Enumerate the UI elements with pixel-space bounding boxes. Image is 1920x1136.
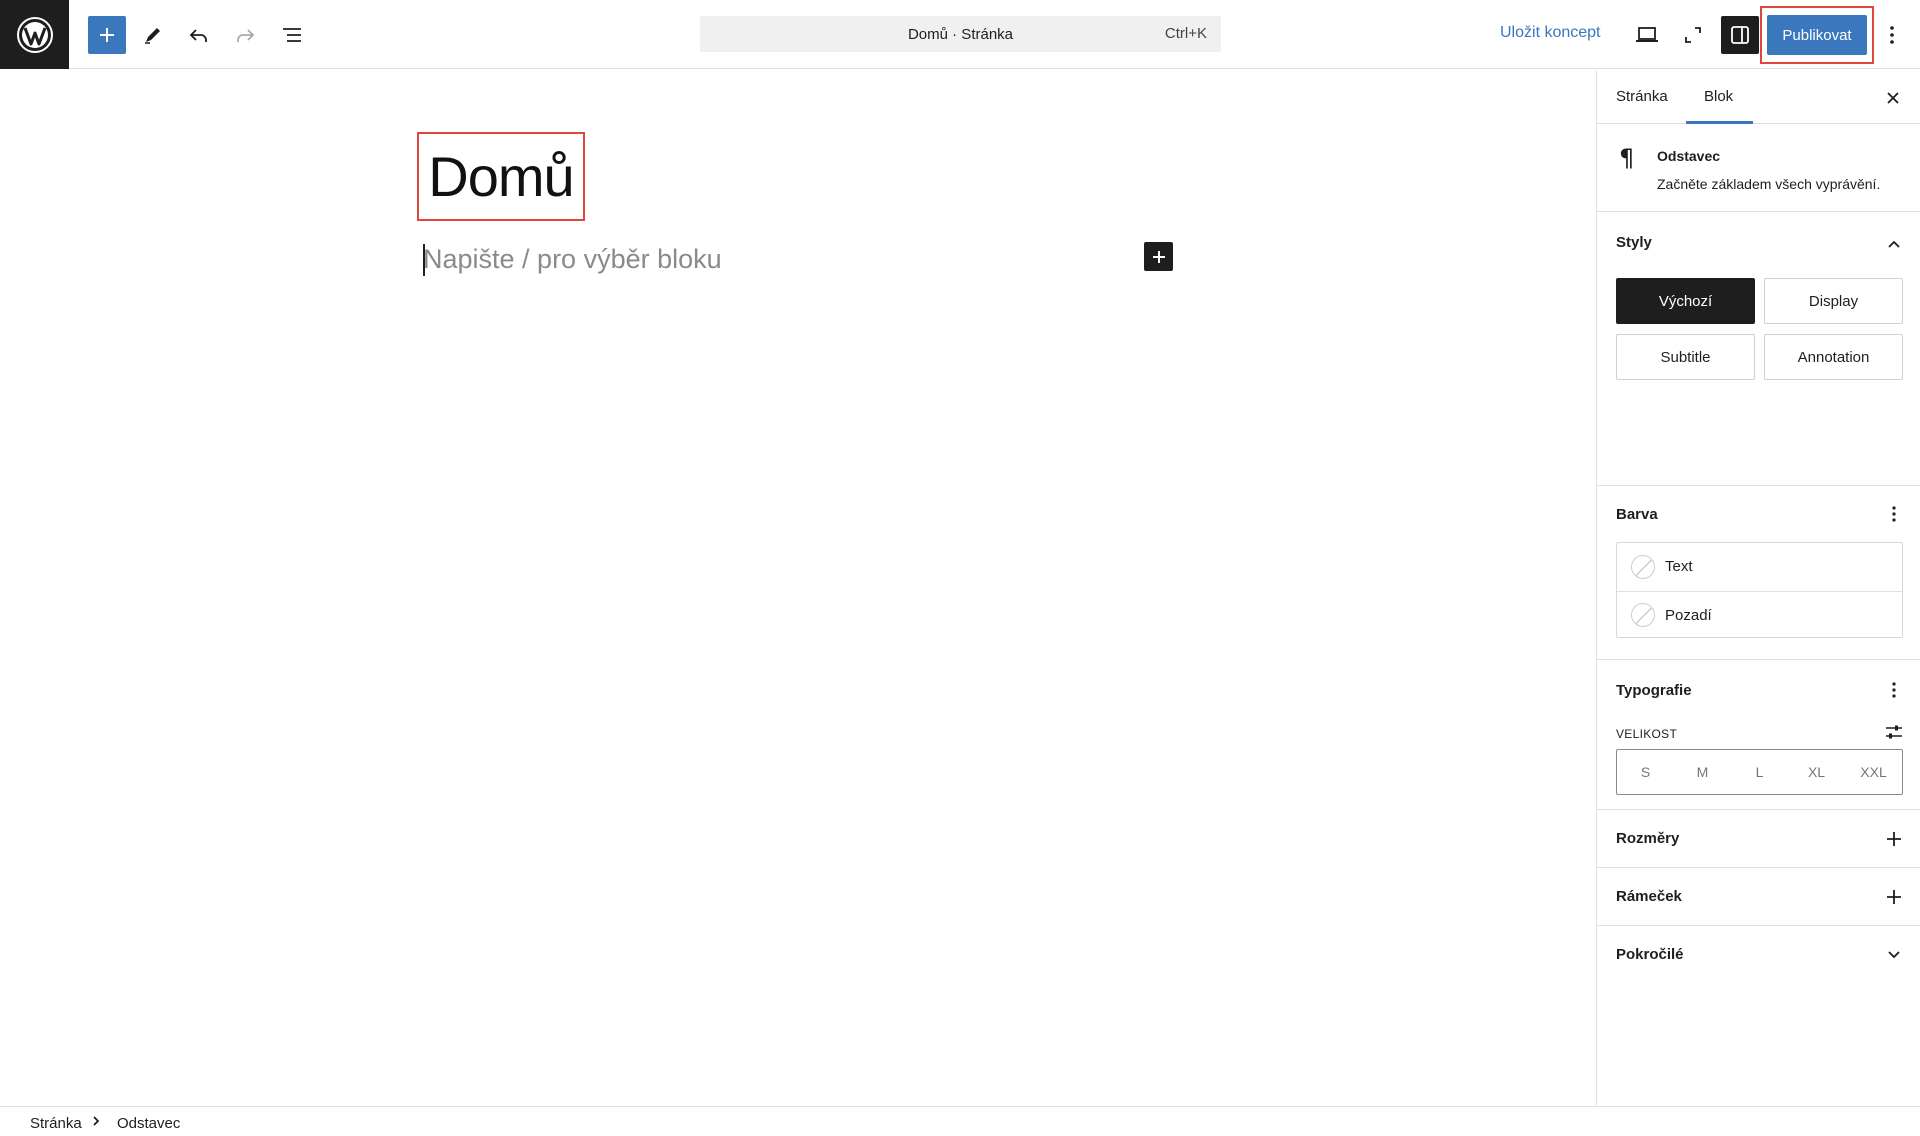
paragraph-icon: ¶ xyxy=(1619,144,1635,172)
undo-button[interactable] xyxy=(180,16,218,54)
pencil-icon xyxy=(145,28,160,44)
expand-icon xyxy=(1685,27,1701,43)
border-add-button[interactable] xyxy=(1882,885,1906,909)
plus-icon xyxy=(1152,250,1165,263)
block-card: ¶ Odstavec Začněte základem všech vypráv… xyxy=(1597,124,1920,212)
close-sidebar-button[interactable] xyxy=(1879,84,1907,112)
editor-canvas[interactable]: Domů Napište / pro výběr bloku xyxy=(0,70,1596,1106)
size-option-xxl[interactable]: XXL xyxy=(1846,764,1902,780)
settings-toggle-button[interactable] xyxy=(1721,16,1759,54)
empty-swatch-icon xyxy=(1631,603,1655,627)
save-draft-button[interactable]: Uložit koncept xyxy=(1500,24,1601,42)
settings-sliders-icon xyxy=(1886,725,1902,739)
vertical-ellipsis-icon xyxy=(1892,682,1896,698)
redo-button[interactable] xyxy=(226,16,264,54)
style-default-button[interactable]: Výchozí xyxy=(1616,278,1755,324)
list-view-icon xyxy=(283,28,301,42)
color-item-label: Text xyxy=(1665,558,1693,575)
view-button[interactable] xyxy=(1628,16,1666,54)
chevron-right-icon xyxy=(92,1115,100,1130)
command-title: Domů · Stránka xyxy=(907,25,1014,43)
chevron-down-icon xyxy=(1888,951,1900,959)
fullscreen-button[interactable] xyxy=(1674,16,1712,54)
tab-block[interactable]: Blok xyxy=(1704,88,1733,105)
color-item-label: Pozadí xyxy=(1665,606,1712,624)
wordpress-logo-icon[interactable] xyxy=(0,0,69,69)
typography-options-button[interactable] xyxy=(1882,678,1906,702)
styles-panel: Styly Výchozí Display Subtitle Annotatio… xyxy=(1597,212,1920,486)
block-name: Odstavec xyxy=(1657,148,1721,164)
vertical-ellipsis-icon xyxy=(1890,26,1894,44)
advanced-panel-title: Pokročilé xyxy=(1616,946,1684,963)
settings-sidebar: Stránka Blok ¶ Odstavec Začněte základem… xyxy=(1596,70,1920,1106)
color-item-background[interactable]: Pozadí xyxy=(1617,591,1902,638)
style-subtitle-button[interactable]: Subtitle xyxy=(1616,334,1755,380)
undo-icon xyxy=(189,29,207,42)
advanced-panel[interactable]: Pokročilé xyxy=(1597,926,1920,984)
color-options-button[interactable] xyxy=(1882,502,1906,526)
size-option-s[interactable]: S xyxy=(1618,764,1674,780)
color-item-text[interactable]: Text xyxy=(1617,543,1902,590)
plus-icon xyxy=(1887,890,1901,904)
publish-button[interactable]: Publikovat xyxy=(1767,15,1867,55)
size-option-l[interactable]: L xyxy=(1732,764,1788,780)
font-size-picker: S M L XL XXL xyxy=(1616,749,1903,795)
typography-panel-title: Typografie xyxy=(1616,682,1692,699)
empty-swatch-icon xyxy=(1631,554,1655,579)
sidebar-tabs: Stránka Blok xyxy=(1597,70,1920,124)
style-annotation-button[interactable]: Annotation xyxy=(1764,334,1903,380)
style-display-button[interactable]: Display xyxy=(1764,278,1903,324)
color-panel-title: Barva xyxy=(1616,506,1658,523)
laptop-icon xyxy=(1636,27,1658,42)
command-palette-bar[interactable]: Domů · Stránka Ctrl+K xyxy=(700,16,1221,52)
paragraph-placeholder[interactable]: Napište / pro výběr bloku xyxy=(423,244,722,275)
redo-icon xyxy=(237,29,255,42)
font-size-label: VELIKOST xyxy=(1616,727,1678,741)
command-shortcut: Ctrl+K xyxy=(1164,25,1207,42)
color-panel: Barva Text Pozadí xyxy=(1597,486,1920,660)
color-items: Text Pozadí xyxy=(1616,542,1903,638)
document-overview-button[interactable] xyxy=(273,16,311,54)
typography-panel: Typografie VELIKOST S M L XL XXL xyxy=(1597,660,1920,810)
dimensions-panel[interactable]: Rozměry xyxy=(1597,810,1920,868)
breadcrumb-paragraph[interactable]: Odstavec xyxy=(117,1115,180,1132)
border-panel[interactable]: Rámeček xyxy=(1597,868,1920,926)
breadcrumb-page[interactable]: Stránka xyxy=(30,1115,82,1132)
custom-size-button[interactable] xyxy=(1882,720,1906,744)
block-inserter-button[interactable] xyxy=(1144,242,1173,271)
tab-page[interactable]: Stránka xyxy=(1616,88,1668,105)
sidebar-toggle-icon xyxy=(1731,26,1749,44)
plus-icon xyxy=(1887,832,1901,846)
block-description: Začněte základem všech vyprávění. xyxy=(1657,176,1881,192)
add-block-button[interactable] xyxy=(88,16,126,54)
size-option-xl[interactable]: XL xyxy=(1789,764,1845,780)
dimensions-panel-title: Rozměry xyxy=(1616,830,1680,847)
border-panel-title: Rámeček xyxy=(1616,888,1682,905)
options-button[interactable] xyxy=(1874,16,1910,54)
advanced-expand-button[interactable] xyxy=(1882,943,1906,967)
block-breadcrumb: Stránka Odstavec xyxy=(0,1106,1920,1136)
close-icon xyxy=(1887,92,1899,104)
vertical-ellipsis-icon xyxy=(1892,506,1896,522)
collapse-styles-button[interactable] xyxy=(1882,232,1906,256)
tools-button[interactable] xyxy=(134,16,172,54)
chevron-up-icon xyxy=(1888,240,1900,248)
page-title-highlight: Domů xyxy=(417,132,585,221)
plus-icon xyxy=(100,28,114,42)
page-title[interactable]: Domů xyxy=(428,144,574,209)
size-option-m[interactable]: M xyxy=(1675,764,1731,780)
styles-panel-title[interactable]: Styly xyxy=(1616,234,1652,251)
dimensions-add-button[interactable] xyxy=(1882,827,1906,851)
editor-header: Domů · Stránka Ctrl+K Uložit koncept Pub… xyxy=(0,0,1920,69)
publish-highlight: Publikovat xyxy=(1760,6,1874,64)
